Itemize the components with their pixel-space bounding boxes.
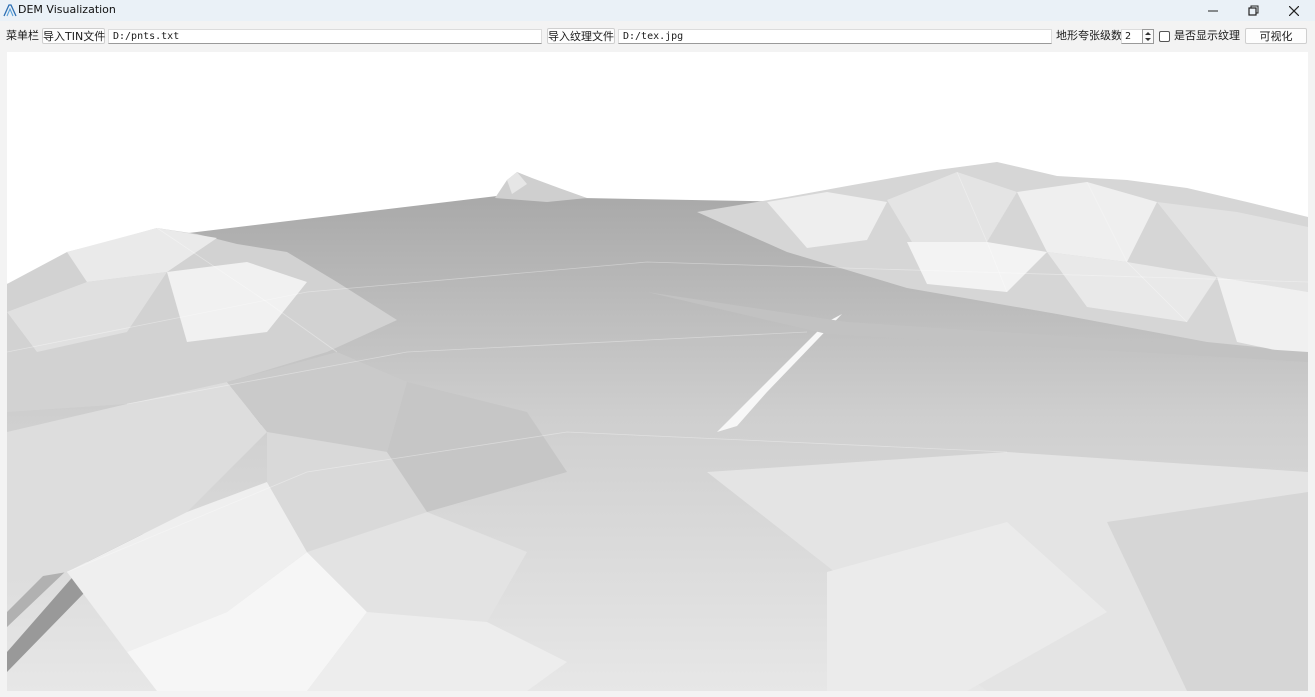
title-bar: DEM Visualization <box>0 0 1315 21</box>
import-texture-button[interactable]: 导入纹理文件 <box>547 28 615 44</box>
tin-path-input[interactable]: D:/pnts.txt <box>108 29 542 44</box>
terrain-render <box>7 162 1308 691</box>
minimize-icon <box>1208 6 1218 16</box>
window-title: DEM Visualization <box>18 3 116 16</box>
show-texture-label: 是否显示纹理 <box>1174 29 1240 42</box>
app-logo-icon <box>3 3 17 17</box>
import-tin-button[interactable]: 导入TIN文件 <box>42 28 105 44</box>
close-button[interactable] <box>1274 0 1314 21</box>
show-texture-checkbox[interactable] <box>1159 31 1170 42</box>
spin-arrows-icon <box>1143 30 1153 43</box>
menu-label: 菜单栏 <box>6 29 39 42</box>
close-icon <box>1289 5 1299 16</box>
minimize-button[interactable] <box>1193 0 1233 21</box>
terrain-viewport[interactable] <box>7 52 1308 691</box>
texture-path-input[interactable]: D:/tex.jpg <box>618 29 1052 44</box>
exaggeration-label: 地形夸张级数 <box>1056 29 1122 42</box>
visualize-button[interactable]: 可视化 <box>1245 28 1307 44</box>
toolbar: 菜单栏 导入TIN文件 D:/pnts.txt 导入纹理文件 D:/tex.jp… <box>0 27 1315 47</box>
spin-arrows[interactable] <box>1142 29 1154 44</box>
exaggeration-spinbox[interactable]: 2 <box>1121 29 1143 44</box>
restore-icon <box>1247 5 1259 16</box>
restore-button[interactable] <box>1233 0 1273 21</box>
